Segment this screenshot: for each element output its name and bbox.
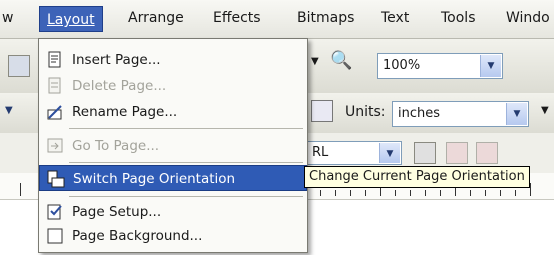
ruler-tick	[410, 190, 411, 196]
menu-arrange[interactable]: Arrange	[128, 10, 184, 26]
menu-item-go-to-page[interactable]: Go To Page...	[39, 133, 307, 159]
ruler-tick	[335, 190, 336, 196]
page-setup-icon	[47, 204, 62, 220]
rename-page-icon	[47, 105, 62, 120]
menu-item-page-setup[interactable]: Page Setup...	[39, 199, 307, 225]
delete-page-icon	[48, 77, 61, 94]
go-to-page-icon	[47, 138, 63, 153]
menu-item-label: Switch Page Orientation	[73, 171, 236, 187]
ruler-tick	[350, 190, 351, 196]
ruler-tick	[515, 190, 516, 196]
menu-bitmaps[interactable]: Bitmaps	[297, 10, 354, 26]
text-format-icon[interactable]	[414, 142, 436, 164]
menu-separator	[69, 196, 303, 197]
ruler-tick	[425, 190, 426, 196]
ruler-tick	[470, 190, 471, 196]
menu-item-page-background[interactable]: Page Background...	[39, 223, 307, 249]
bold-icon[interactable]	[446, 142, 468, 164]
menu-item-delete-page[interactable]: Delete Page...	[39, 73, 307, 99]
menu-effects[interactable]: Effects	[213, 10, 261, 26]
ruler-tick	[20, 183, 21, 196]
menu-layout[interactable]: Layout	[39, 6, 103, 32]
zoom-level-combo[interactable]: 100% ▼	[377, 53, 503, 79]
ruler-tick	[500, 190, 501, 196]
menu-layout-label: Layout	[47, 12, 95, 28]
ruler-tick	[485, 190, 486, 196]
ruler-tick	[395, 190, 396, 196]
menu-window-partial[interactable]: w	[2, 10, 13, 26]
menu-text[interactable]: Text	[381, 10, 409, 26]
menu-item-label: Go To Page...	[72, 138, 160, 154]
layout-menu: Insert Page... Delete Page... Rename Pag…	[38, 38, 308, 253]
menu-item-label: Page Setup...	[72, 204, 162, 220]
ruler-tick	[365, 190, 366, 196]
tooltip: Change Current Page Orientation	[304, 166, 530, 188]
font-name-value: RL	[312, 145, 329, 160]
menu-item-label: Page Background...	[72, 228, 203, 244]
chevron-down-icon[interactable]: ▼	[506, 103, 527, 125]
page-background-icon	[47, 228, 63, 244]
left-toolbar-icon[interactable]	[8, 55, 30, 77]
switch-orientation-icon	[47, 170, 65, 188]
menu-bar: w Layout Arrange Effects Bitmaps Text To…	[0, 0, 554, 39]
menu-separator	[69, 162, 303, 163]
menu-separator	[69, 128, 303, 129]
chevron-down-icon[interactable]: ▼	[379, 143, 400, 163]
menu-item-label: Delete Page...	[72, 78, 167, 94]
page-view-icon[interactable]	[311, 100, 333, 122]
zoom-level-value: 100%	[383, 58, 421, 73]
font-combo[interactable]: RL ▼	[306, 141, 402, 165]
menu-item-label: Rename Page...	[72, 104, 178, 120]
zoom-tool-icon[interactable]: 🔍	[330, 50, 352, 71]
zoom-dropdown-arrow[interactable]: ▼	[311, 56, 319, 67]
toolbar-overflow-arrow[interactable]: ▼	[541, 105, 549, 116]
menu-window[interactable]: Windo	[506, 10, 550, 26]
menu-item-switch-page-orientation[interactable]: Switch Page Orientation	[39, 165, 307, 191]
menu-item-insert-page[interactable]: Insert Page...	[39, 47, 307, 73]
left-dropdown-arrow[interactable]: ▼	[5, 105, 13, 116]
units-combo[interactable]: inches ▼	[392, 101, 529, 127]
units-label: Units:	[345, 104, 386, 120]
italic-icon[interactable]	[476, 142, 498, 164]
menu-item-label: Insert Page...	[72, 52, 161, 68]
units-value: inches	[398, 106, 441, 121]
ruler-tick	[320, 190, 321, 196]
ruler-tick	[440, 190, 441, 196]
menu-item-rename-page[interactable]: Rename Page...	[39, 99, 307, 125]
chevron-down-icon[interactable]: ▼	[480, 55, 501, 77]
ruler-tick	[530, 183, 531, 196]
insert-page-icon	[48, 51, 61, 68]
menu-tools[interactable]: Tools	[441, 10, 476, 26]
